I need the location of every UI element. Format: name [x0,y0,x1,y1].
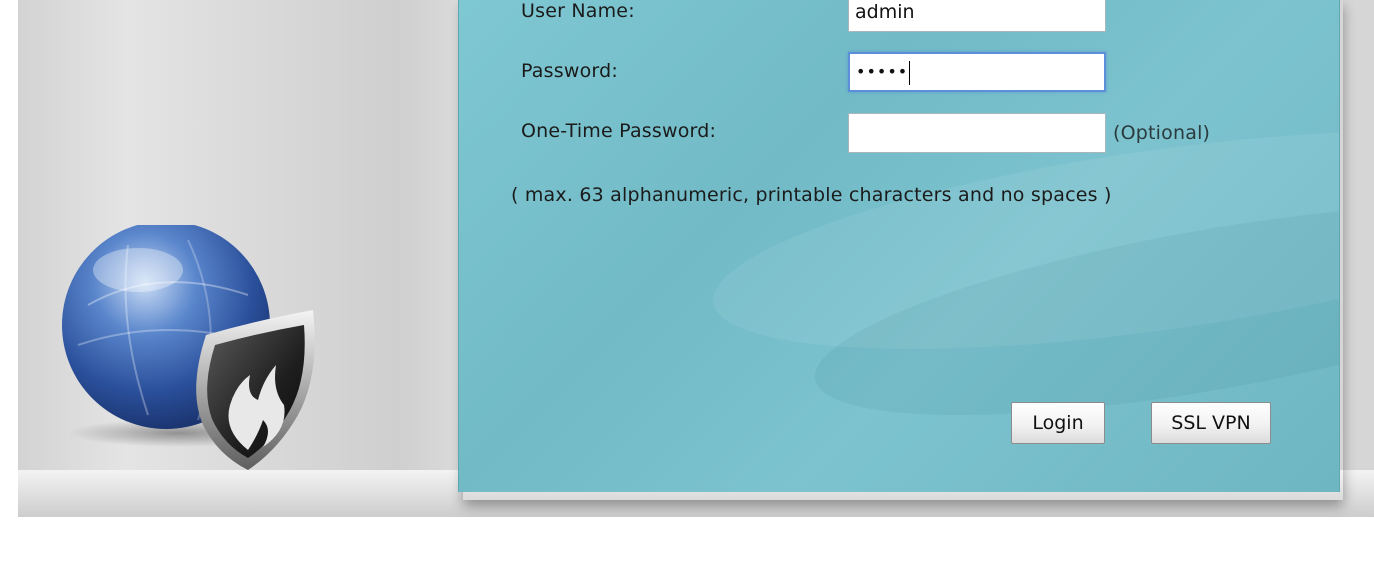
login-button[interactable]: Login [1011,402,1105,444]
login-panel: User Name: Password: ••••• One-Time Pass… [458,0,1340,492]
otp-optional-hint: (Optional) [1113,122,1211,144]
otp-label: One-Time Password: [521,120,717,142]
globe-shield-flame-icon [62,225,315,470]
password-requirements-note: ( max. 63 alphanumeric, printable charac… [511,184,1112,206]
password-label: Password: [521,60,618,82]
ssl-vpn-button[interactable]: SSL VPN [1151,402,1271,444]
username-input[interactable] [848,0,1106,32]
password-masked-value: ••••• [856,62,909,81]
login-page-background: User Name: Password: ••••• One-Time Pass… [18,0,1374,517]
password-input[interactable]: ••••• [848,52,1106,92]
otp-input[interactable] [848,113,1106,153]
username-label: User Name: [521,0,635,22]
text-cursor [909,60,911,85]
